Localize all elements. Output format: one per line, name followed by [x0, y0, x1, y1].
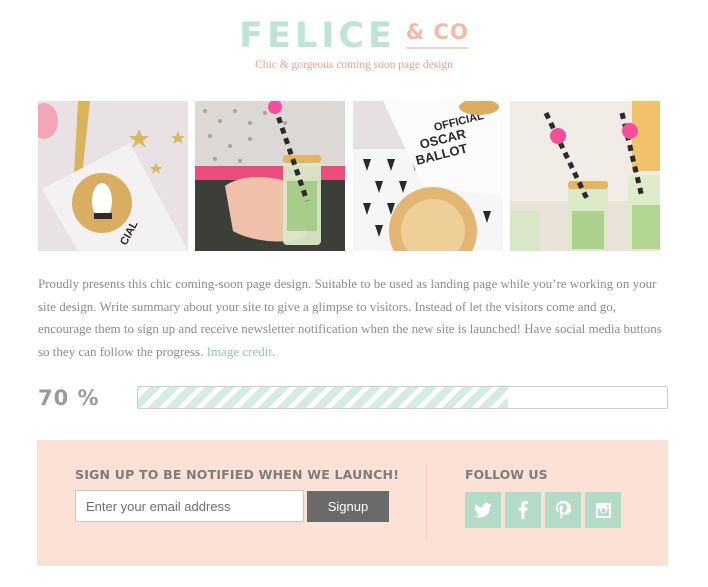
- intro-paragraph: Proudly presents this chic coming-soon p…: [38, 273, 670, 363]
- email-input[interactable]: [75, 490, 304, 522]
- panel-divider: [426, 464, 427, 540]
- drinks-straws-photo: [510, 101, 660, 251]
- instagram-icon[interactable]: [585, 492, 621, 528]
- newsletter-panel: SIGN UP TO BE NOTIFIED WHEN WE LAUNCH! S…: [37, 440, 668, 566]
- logo-name: FELICE: [239, 16, 396, 56]
- progress-bar-fill: [138, 387, 509, 408]
- logo-suffix: & CO: [405, 19, 469, 49]
- progress-percentage: 70 %: [38, 386, 100, 410]
- brand-header: FELICE & CO Chic & gorgeous coming soon …: [0, 16, 708, 71]
- pinterest-icon[interactable]: [545, 492, 581, 528]
- progress-bar: [137, 386, 668, 409]
- drink-hand-photo: [195, 101, 345, 251]
- twitter-icon[interactable]: [465, 492, 501, 528]
- signup-title: SIGN UP TO BE NOTIFIED WHEN WE LAUNCH!: [75, 467, 400, 482]
- intro-text: Proudly presents this chic coming-soon p…: [38, 276, 662, 359]
- photo-strip: CIAL OFFICIAL OSCAR BALLOT: [38, 101, 668, 251]
- follow-title: FOLLOW US: [465, 467, 548, 482]
- signup-button[interactable]: Signup: [307, 491, 389, 522]
- tagline: Chic & gorgeous coming soon page design: [255, 59, 453, 71]
- oscar-ballot-photo: OFFICIAL OSCAR BALLOT: [353, 101, 503, 251]
- facebook-icon[interactable]: [505, 492, 541, 528]
- award-tag-photo: CIAL: [38, 101, 188, 251]
- intro-end: .: [271, 343, 276, 359]
- progress-section: 70 %: [38, 383, 668, 413]
- logo: FELICE & CO: [239, 16, 469, 56]
- image-credit-link[interactable]: Image credit: [207, 344, 272, 359]
